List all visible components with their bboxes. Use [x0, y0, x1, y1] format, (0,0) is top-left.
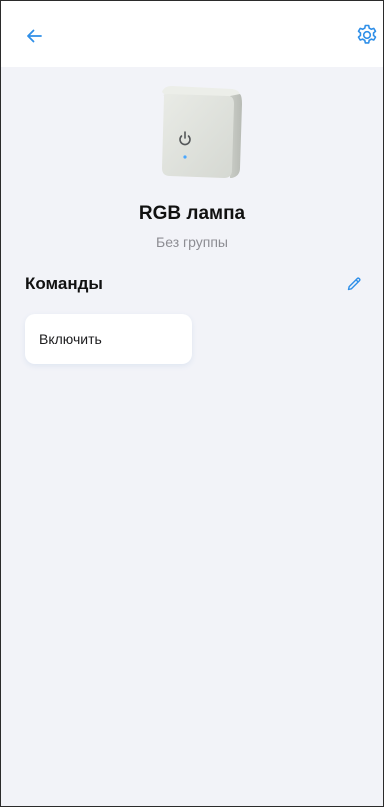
command-card[interactable]: Включить — [25, 314, 192, 364]
settings-button[interactable] — [353, 21, 381, 49]
top-bar — [1, 1, 383, 67]
command-label: Включить — [39, 331, 102, 347]
device-screen: RGB лампа Без группы Команды Включить — [0, 0, 384, 807]
smart-plug-device-image — [162, 86, 242, 178]
arrow-left-icon — [27, 29, 42, 43]
back-button[interactable] — [21, 23, 47, 49]
gear-icon — [357, 24, 377, 44]
commands-section-title: Команды — [25, 274, 103, 293]
pencil-icon — [347, 277, 361, 291]
edit-commands-button[interactable] — [343, 273, 365, 295]
device-group-label: Без группы — [156, 234, 228, 250]
device-name: RGB лампа — [138, 203, 246, 224]
